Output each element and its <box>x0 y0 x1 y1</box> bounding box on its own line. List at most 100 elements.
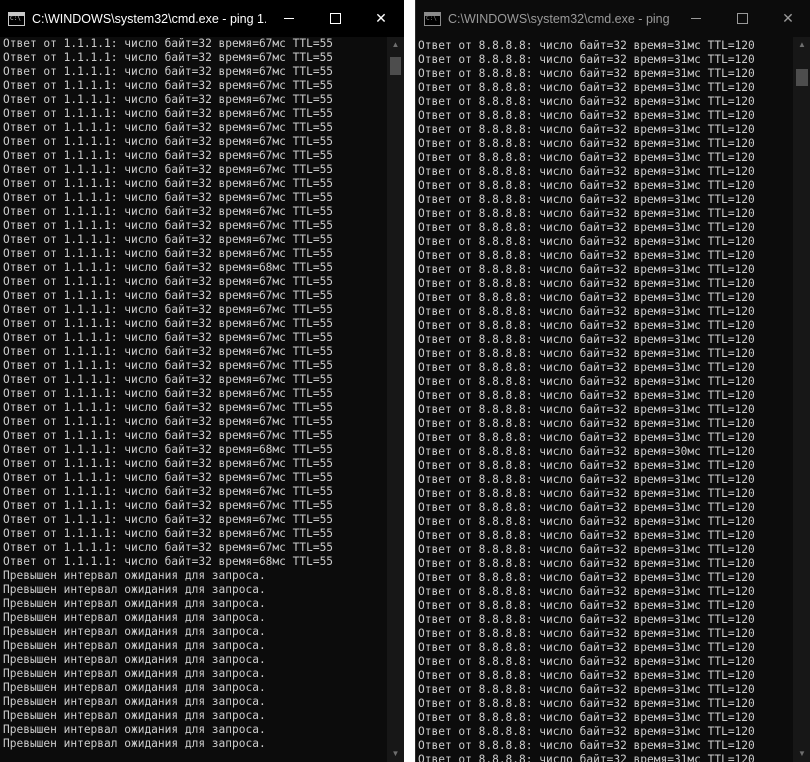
console-line: Ответ от 8.8.8.8: число байт=32 время=31… <box>418 683 755 696</box>
console-line: Превышен интервал ожидания для запроса. <box>3 597 266 610</box>
console-line: Ответ от 8.8.8.8: число байт=32 время=31… <box>418 627 755 640</box>
console-line: Ответ от 1.1.1.1: число байт=32 время=67… <box>3 387 334 400</box>
minimize-icon <box>284 18 294 19</box>
console-line: Ответ от 1.1.1.1: число байт=32 время=67… <box>3 499 334 512</box>
console-line: Ответ от 8.8.8.8: число байт=32 время=31… <box>418 361 755 374</box>
console-line: Ответ от 8.8.8.8: число байт=32 время=31… <box>418 739 755 752</box>
console-line: Ответ от 8.8.8.8: число байт=32 время=31… <box>418 403 755 416</box>
console-line: Превышен интервал ожидания для запроса. <box>3 695 266 708</box>
cmd-app-icon[interactable] <box>424 11 441 26</box>
console-line: Ответ от 1.1.1.1: число байт=32 время=67… <box>3 135 334 148</box>
cmd-app-icon[interactable] <box>8 11 25 26</box>
console-line: Ответ от 8.8.8.8: число байт=32 время=31… <box>418 459 755 472</box>
title-bar[interactable]: C:\WINDOWS\system32\cmd.exe - ping 8... … <box>416 0 810 37</box>
console-line: Ответ от 1.1.1.1: число байт=32 время=67… <box>3 429 334 442</box>
maximize-icon <box>329 13 341 24</box>
console-line: Ответ от 8.8.8.8: число байт=32 время=31… <box>418 81 755 94</box>
maximize-icon <box>736 13 748 24</box>
console-line: Ответ от 8.8.8.8: число байт=32 время=31… <box>418 543 755 556</box>
console-line: Ответ от 8.8.8.8: число байт=32 время=31… <box>418 711 755 724</box>
console-line: Ответ от 8.8.8.8: число байт=32 время=31… <box>418 417 755 430</box>
console-output[interactable]: Ответ от 8.8.8.8: число байт=32 время=31… <box>416 39 793 762</box>
vertical-scrollbar[interactable]: ▲ ▼ <box>387 37 404 762</box>
console-line: Ответ от 8.8.8.8: число байт=32 время=31… <box>418 753 755 762</box>
console-line: Ответ от 8.8.8.8: число байт=32 время=31… <box>418 515 755 528</box>
console-line: Ответ от 1.1.1.1: число байт=32 время=67… <box>3 289 334 302</box>
console-line: Превышен интервал ожидания для запроса. <box>3 569 266 582</box>
console-line: Ответ от 8.8.8.8: число байт=32 время=31… <box>418 431 755 444</box>
console-line: Ответ от 1.1.1.1: число байт=32 время=67… <box>3 107 334 120</box>
maximize-button[interactable] <box>719 0 765 37</box>
console-line: Ответ от 8.8.8.8: число байт=32 время=31… <box>418 249 755 262</box>
console-line: Ответ от 1.1.1.1: число байт=32 время=67… <box>3 415 334 428</box>
console-line: Ответ от 8.8.8.8: число байт=32 время=31… <box>418 67 755 80</box>
console-line: Ответ от 1.1.1.1: число байт=32 время=67… <box>3 247 334 260</box>
scroll-up-arrow-icon[interactable]: ▲ <box>387 37 404 53</box>
console-line: Ответ от 1.1.1.1: число байт=32 время=67… <box>3 233 334 246</box>
console-line: Ответ от 1.1.1.1: число байт=32 время=68… <box>3 443 334 456</box>
console-line: Ответ от 8.8.8.8: число байт=32 время=31… <box>418 137 755 150</box>
console-line: Ответ от 1.1.1.1: число байт=32 время=67… <box>3 121 334 134</box>
console-line: Ответ от 1.1.1.1: число байт=32 время=67… <box>3 401 334 414</box>
console-line: Ответ от 1.1.1.1: число байт=32 время=67… <box>3 541 334 554</box>
cmd-window-left[interactable]: C:\WINDOWS\system32\cmd.exe - ping 1... … <box>0 0 404 762</box>
scroll-down-arrow-icon[interactable]: ▼ <box>387 746 404 762</box>
scroll-up-arrow-icon[interactable]: ▲ <box>793 37 810 53</box>
console-line: Ответ от 1.1.1.1: число байт=32 время=67… <box>3 275 334 288</box>
console-line: Ответ от 8.8.8.8: число байт=32 время=31… <box>418 109 755 122</box>
console-line: Ответ от 1.1.1.1: число байт=32 время=67… <box>3 471 334 484</box>
console-line: Ответ от 1.1.1.1: число байт=32 время=67… <box>3 527 334 540</box>
console-line: Ответ от 8.8.8.8: число байт=32 время=31… <box>418 585 755 598</box>
console-line: Ответ от 1.1.1.1: число байт=32 время=67… <box>3 457 334 470</box>
scrollbar-thumb[interactable] <box>390 57 401 75</box>
console-line: Ответ от 8.8.8.8: число байт=32 время=31… <box>418 669 755 682</box>
scroll-down-arrow-icon[interactable]: ▼ <box>793 746 810 762</box>
console-line: Превышен интервал ожидания для запроса. <box>3 583 266 596</box>
close-button[interactable]: ✕ <box>765 0 810 37</box>
console-line: Ответ от 8.8.8.8: число байт=32 время=31… <box>418 333 755 346</box>
console-line: Превышен интервал ожидания для запроса. <box>3 653 266 666</box>
console-line: Ответ от 8.8.8.8: число байт=32 время=31… <box>418 613 755 626</box>
console-line: Ответ от 1.1.1.1: число байт=32 время=67… <box>3 191 334 204</box>
console-line: Ответ от 8.8.8.8: число байт=32 время=31… <box>418 53 755 66</box>
console-line: Ответ от 1.1.1.1: число байт=32 время=67… <box>3 303 334 316</box>
console-line: Ответ от 8.8.8.8: число байт=32 время=31… <box>418 557 755 570</box>
console-line: Ответ от 8.8.8.8: число байт=32 время=31… <box>418 347 755 360</box>
minimize-button[interactable] <box>673 0 719 37</box>
console-line: Ответ от 1.1.1.1: число байт=32 время=67… <box>3 65 334 78</box>
console-line: Превышен интервал ожидания для запроса. <box>3 737 266 750</box>
console-line: Превышен интервал ожидания для запроса. <box>3 639 266 652</box>
cmd-window-right[interactable]: C:\WINDOWS\system32\cmd.exe - ping 8... … <box>415 0 810 762</box>
console-output[interactable]: Ответ от 1.1.1.1: число байт=32 время=67… <box>0 37 387 762</box>
console-line: Ответ от 8.8.8.8: число байт=32 время=31… <box>418 95 755 108</box>
console-line: Ответ от 1.1.1.1: число байт=32 время=67… <box>3 359 334 372</box>
console-line: Ответ от 1.1.1.1: число байт=32 время=67… <box>3 205 334 218</box>
console-line: Ответ от 1.1.1.1: число байт=32 время=67… <box>3 37 334 50</box>
console-line: Ответ от 8.8.8.8: число байт=32 время=31… <box>418 487 755 500</box>
close-icon: ✕ <box>782 10 794 27</box>
console-line: Ответ от 1.1.1.1: число байт=32 время=68… <box>3 261 334 274</box>
console-line: Ответ от 8.8.8.8: число байт=32 время=31… <box>418 375 755 388</box>
minimize-icon <box>691 18 701 19</box>
title-bar[interactable]: C:\WINDOWS\system32\cmd.exe - ping 1... … <box>0 0 404 37</box>
vertical-scrollbar[interactable]: ▲ ▼ <box>793 37 810 762</box>
console-line: Превышен интервал ожидания для запроса. <box>3 723 266 736</box>
console-line: Ответ от 8.8.8.8: число байт=32 время=31… <box>418 697 755 710</box>
console-line: Ответ от 8.8.8.8: число байт=32 время=31… <box>418 277 755 290</box>
window-title: C:\WINDOWS\system32\cmd.exe - ping 8... <box>448 11 673 26</box>
scrollbar-thumb[interactable] <box>796 69 808 86</box>
console-line: Превышен интервал ожидания для запроса. <box>3 611 266 624</box>
console-line: Ответ от 8.8.8.8: число байт=32 время=31… <box>418 235 755 248</box>
console-line: Ответ от 1.1.1.1: число байт=32 время=67… <box>3 345 334 358</box>
console-line: Ответ от 1.1.1.1: число байт=32 время=67… <box>3 485 334 498</box>
close-button[interactable]: ✕ <box>358 0 404 37</box>
console-line: Ответ от 1.1.1.1: число байт=32 время=67… <box>3 149 334 162</box>
console-line: Ответ от 8.8.8.8: число байт=32 время=31… <box>418 655 755 668</box>
console-line: Ответ от 8.8.8.8: число байт=32 время=31… <box>418 165 755 178</box>
minimize-button[interactable] <box>266 0 312 37</box>
console-line: Ответ от 8.8.8.8: число байт=32 время=31… <box>418 207 755 220</box>
console-line: Ответ от 8.8.8.8: число байт=32 время=31… <box>418 599 755 612</box>
maximize-button[interactable] <box>312 0 358 37</box>
console-line: Ответ от 1.1.1.1: число байт=32 время=67… <box>3 219 334 232</box>
console-line: Ответ от 1.1.1.1: число байт=32 время=67… <box>3 373 334 386</box>
